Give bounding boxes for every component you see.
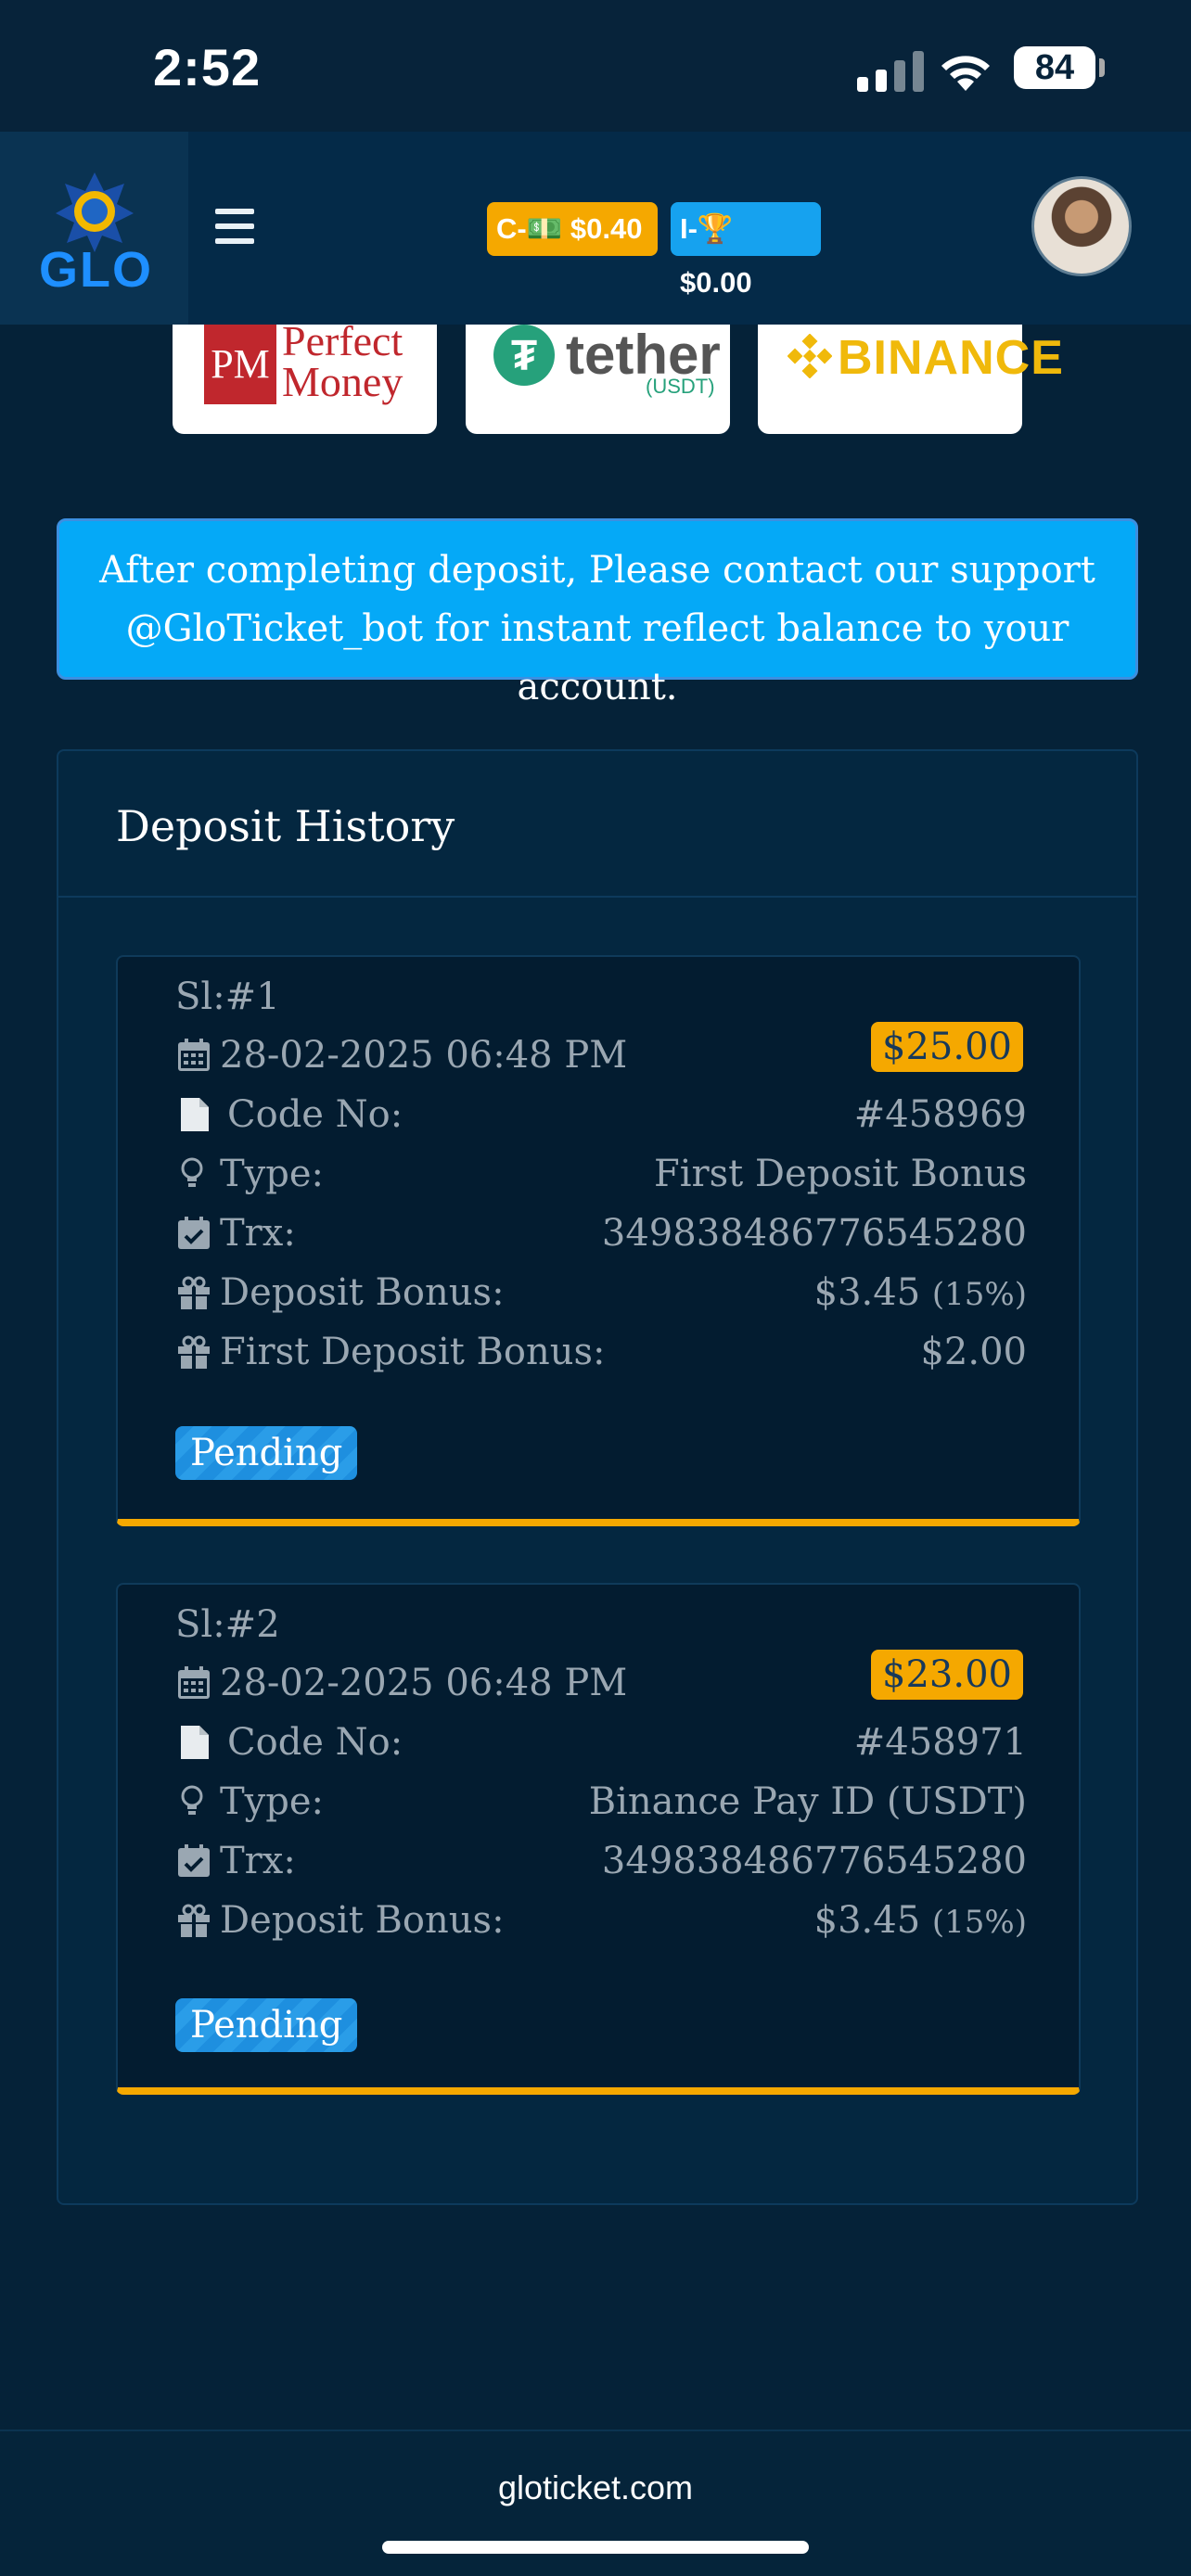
bonus-amount: $3.45 bbox=[813, 1271, 921, 1314]
battery-tip bbox=[1099, 58, 1105, 77]
cellular-signal-icon bbox=[857, 51, 924, 92]
site-url[interactable]: gloticket.com bbox=[0, 2468, 1191, 2507]
lightbulb-icon bbox=[181, 1157, 203, 1187]
glo-emblem-icon bbox=[56, 172, 134, 252]
deposit-bonus-label: Deposit Bonus: bbox=[220, 1271, 505, 1314]
bonus-amount: $3.45 bbox=[813, 1899, 921, 1942]
deposit-date: 28-02-2025 06:48 PM bbox=[220, 1034, 628, 1077]
code-label: Code No: bbox=[227, 1721, 403, 1764]
gift-icon bbox=[178, 1276, 210, 1309]
type-label: Type: bbox=[220, 1780, 325, 1823]
c-balance-badge[interactable]: C-💵 $0.40 bbox=[487, 202, 658, 256]
tether-icon: ₮ bbox=[493, 325, 555, 386]
deposit-bonus-value: $3.45 (15%) bbox=[814, 1894, 1027, 1948]
trx-value: 349838486776545280 bbox=[601, 1212, 1027, 1255]
battery-indicator: 84 bbox=[1014, 46, 1095, 89]
code-value: #458971 bbox=[853, 1721, 1027, 1764]
trx-label: Trx: bbox=[220, 1212, 296, 1255]
date-row: 28-02-2025 06:48 PM bbox=[175, 1029, 1027, 1081]
status-badge: Pending bbox=[175, 1998, 358, 2052]
code-row: Code No: #458969 bbox=[175, 1089, 1027, 1141]
notice-line-2: @GloTicket_bot for instant reflect balan… bbox=[125, 607, 1069, 708]
trx-row: Trx: 349838486776545280 bbox=[175, 1207, 1027, 1259]
logo-text: GLO bbox=[39, 242, 153, 298]
logo[interactable]: GLO bbox=[0, 132, 188, 325]
home-indicator[interactable] bbox=[382, 2541, 809, 2554]
user-avatar[interactable] bbox=[1031, 176, 1132, 276]
perfect-money-line1: Perfect bbox=[282, 317, 403, 364]
code-row: Code No: #458971 bbox=[175, 1716, 1027, 1768]
perfect-money-logo: PM bbox=[204, 325, 276, 404]
app-header: GLO C-💵 $0.40 I-🏆 $0.00 bbox=[0, 132, 1191, 325]
binance-label: BINANCE bbox=[838, 331, 1064, 385]
deposit-history-panel: Deposit History Sl:#1 $25.00 28-02-2025 … bbox=[57, 749, 1138, 2205]
document-icon bbox=[181, 1098, 209, 1131]
notice-line-1: After completing deposit, Please contact… bbox=[99, 549, 1095, 592]
trx-label: Trx: bbox=[220, 1840, 296, 1882]
type-label: Type: bbox=[220, 1153, 325, 1195]
first-deposit-bonus-label: First Deposit Bonus: bbox=[220, 1331, 606, 1373]
date-row: 28-02-2025 06:48 PM bbox=[175, 1657, 1027, 1709]
support-notice: After completing deposit, Please contact… bbox=[57, 518, 1138, 708]
document-icon bbox=[181, 1726, 209, 1759]
deposit-bonus-label: Deposit Bonus: bbox=[220, 1899, 505, 1942]
bonus-percent: (15%) bbox=[931, 1276, 1027, 1313]
serial-number: Sl:#1 bbox=[175, 976, 280, 1018]
serial-number: Sl:#2 bbox=[175, 1603, 280, 1646]
status-time: 2:52 bbox=[153, 38, 262, 96]
gift-icon bbox=[178, 1904, 210, 1937]
menu-icon[interactable] bbox=[215, 209, 254, 244]
deposit-date: 28-02-2025 06:48 PM bbox=[220, 1662, 628, 1704]
deposit-history-title: Deposit History bbox=[116, 801, 455, 851]
deposit-bonus-row: Deposit Bonus: $3.45 (15%) bbox=[175, 1894, 1027, 1946]
first-deposit-bonus-value: $2.00 bbox=[920, 1331, 1027, 1373]
binance-icon bbox=[788, 334, 832, 378]
calendar-icon bbox=[178, 1039, 210, 1071]
trx-row: Trx: 349838486776545280 bbox=[175, 1835, 1027, 1887]
browser-footer: gloticket.com bbox=[0, 2431, 1191, 2576]
tether-sublabel: (USDT) bbox=[646, 375, 715, 398]
gift-icon bbox=[178, 1335, 210, 1369]
divider bbox=[58, 896, 1136, 898]
deposit-card: Sl:#1 $25.00 28-02-2025 06:48 PM Code No… bbox=[116, 955, 1081, 1526]
tether-option[interactable]: ₮ tether (USDT) bbox=[466, 325, 730, 434]
calendar-check-icon bbox=[178, 1844, 210, 1877]
deposit-bonus-value: $3.45 (15%) bbox=[814, 1267, 1027, 1320]
deposit-bonus-row: Deposit Bonus: $3.45 (15%) bbox=[175, 1267, 1027, 1319]
code-label: Code No: bbox=[227, 1093, 403, 1136]
trx-value: 349838486776545280 bbox=[601, 1840, 1027, 1882]
perfect-money-option[interactable]: PM Perfect Money bbox=[173, 320, 437, 434]
code-value: #458969 bbox=[853, 1093, 1027, 1136]
deposit-card: Sl:#2 $23.00 28-02-2025 06:48 PM Code No… bbox=[116, 1583, 1081, 2095]
calendar-icon bbox=[178, 1666, 210, 1699]
status-bar: 2:52 84 bbox=[0, 0, 1191, 132]
type-row: Type: Binance Pay ID (USDT) bbox=[175, 1776, 1027, 1828]
type-row: Type: First Deposit Bonus bbox=[175, 1148, 1027, 1200]
first-deposit-bonus-row: First Deposit Bonus: $2.00 bbox=[175, 1326, 1027, 1378]
type-value: First Deposit Bonus bbox=[653, 1153, 1027, 1195]
binance-option[interactable]: BINANCE bbox=[758, 325, 1063, 434]
bonus-percent: (15%) bbox=[931, 1904, 1027, 1941]
i-balance-badge[interactable]: I-🏆 $0.00 bbox=[671, 202, 821, 299]
perfect-money-line2: Money bbox=[282, 358, 403, 405]
perfect-money-label: Perfect Money bbox=[282, 317, 403, 405]
calendar-check-icon bbox=[178, 1217, 210, 1249]
status-badge: Pending bbox=[175, 1426, 358, 1480]
type-value: Binance Pay ID (USDT) bbox=[588, 1780, 1027, 1823]
lightbulb-icon bbox=[181, 1785, 203, 1815]
wifi-icon bbox=[941, 56, 990, 91]
